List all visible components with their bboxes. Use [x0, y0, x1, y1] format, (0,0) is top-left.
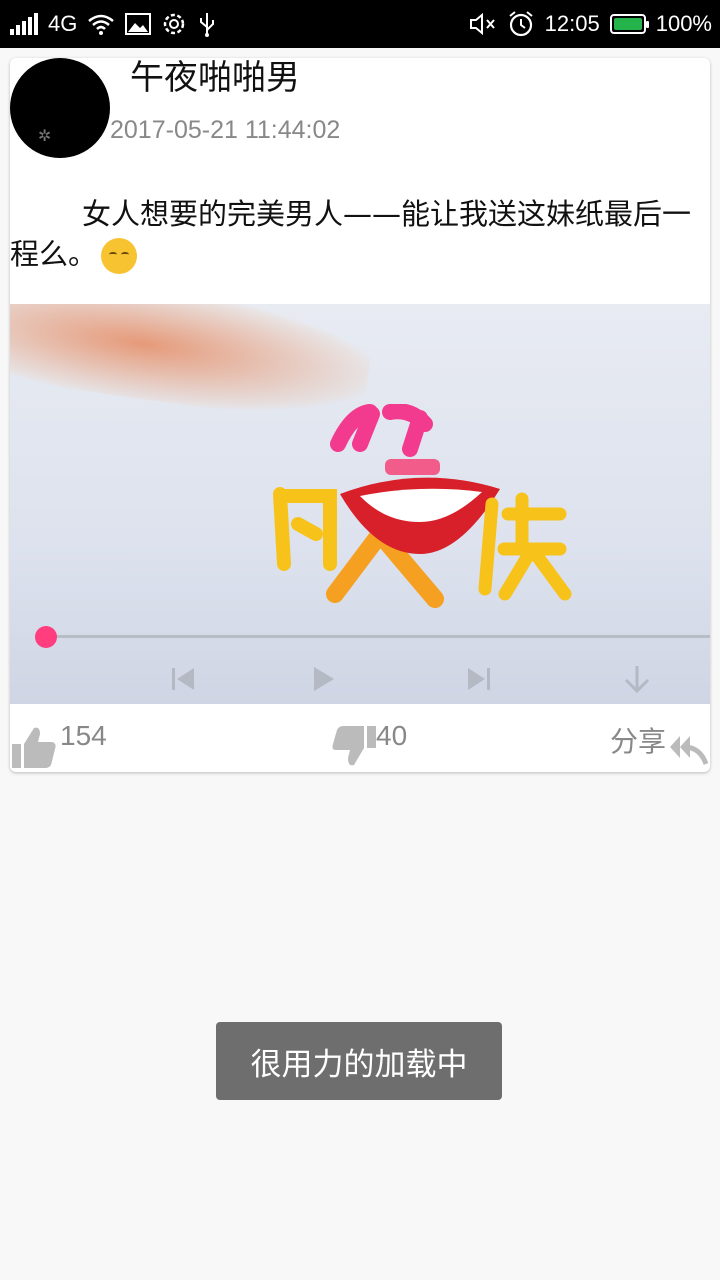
wifi-icon: [88, 14, 115, 35]
avatar[interactable]: ✲: [10, 58, 110, 158]
network-label: 4G: [48, 11, 78, 36]
alarm-icon: [509, 11, 533, 37]
loading-toast: 很用力的加载中: [216, 1022, 502, 1100]
usb-icon: [200, 13, 215, 37]
signal-icon: [10, 13, 38, 35]
video-player[interactable]: [10, 304, 710, 704]
username[interactable]: 午夜啪啪男: [130, 58, 300, 98]
clock: 12:05: [544, 11, 600, 36]
image-icon: [125, 13, 152, 35]
smirk-emoji-icon: [101, 238, 138, 274]
post-actions: 154 40 分享: [10, 704, 710, 772]
share-label[interactable]: 分享: [610, 720, 666, 760]
like-count[interactable]: 154: [60, 720, 107, 752]
previous-icon[interactable]: [168, 664, 198, 694]
mute-icon: [469, 12, 495, 36]
dislike-count[interactable]: 40: [376, 720, 407, 752]
battery-icon: [609, 14, 649, 34]
toast-message: 很用力的加载中: [250, 1046, 468, 1083]
settings-icon: [164, 13, 185, 35]
status-bar: 4G 12:05 100%: [0, 0, 720, 48]
thumbs-up-icon[interactable]: [10, 724, 58, 770]
next-icon[interactable]: [464, 664, 494, 694]
play-icon[interactable]: [308, 664, 338, 694]
video-progress-track[interactable]: [46, 635, 710, 638]
post-card: ✲ 午夜啪啪男 2017-05-21 11:44:02 女人想要的完美男人——能…: [10, 58, 710, 772]
post-timestamp: 2017-05-21 11:44:02: [110, 116, 341, 144]
download-icon[interactable]: [622, 664, 652, 694]
thumbs-down-icon[interactable]: [330, 724, 378, 770]
share-icon[interactable]: [668, 732, 710, 768]
battery-percent: 100%: [655, 11, 712, 36]
video-progress-handle[interactable]: [35, 626, 57, 648]
post-text: 女人想要的完美男人——能让我送这妹纸最后一程么。: [10, 194, 700, 274]
video-logo-image: [273, 404, 572, 608]
